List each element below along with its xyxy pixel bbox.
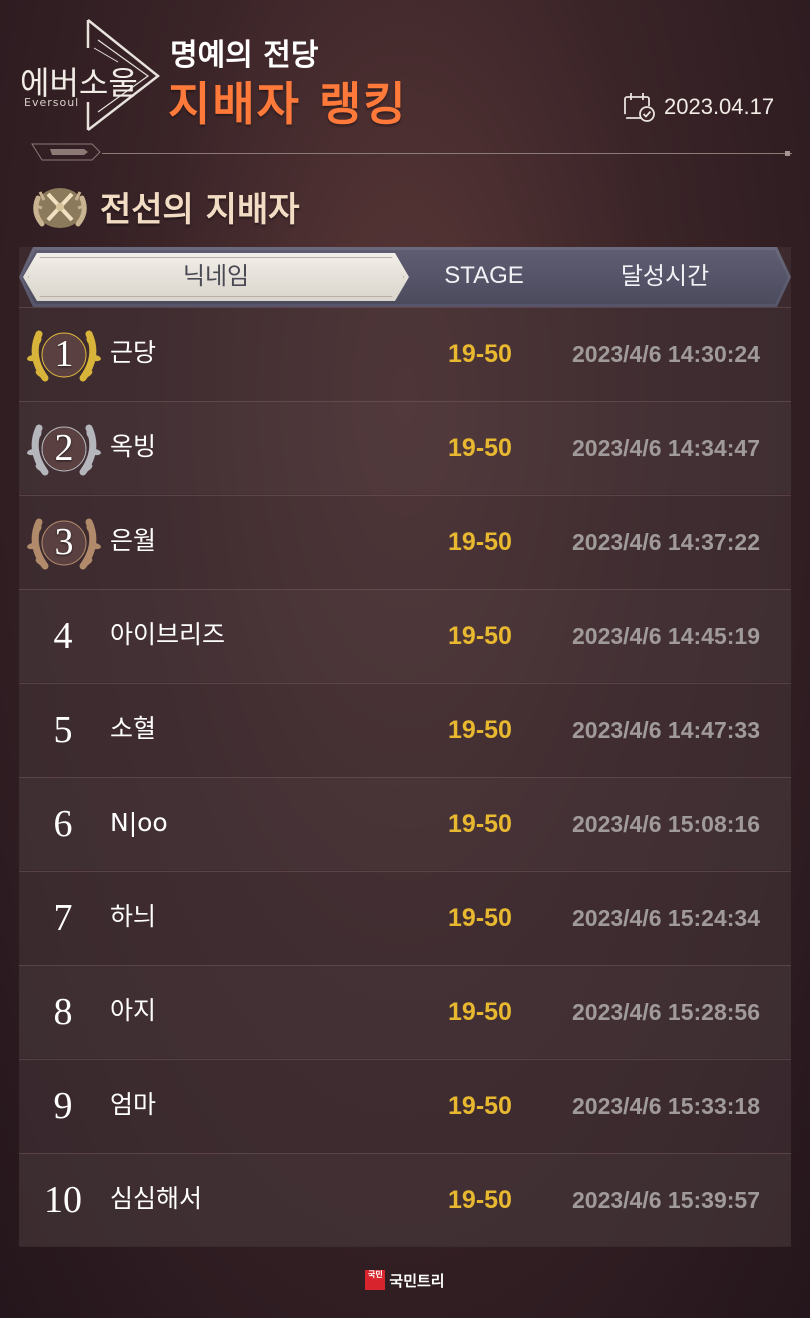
player-nickname: 아이브리즈 <box>110 620 226 649</box>
rank-number: 8 <box>53 991 73 1033</box>
rank-number: 6 <box>53 803 73 845</box>
stage-value: 19-50 <box>448 1186 512 1214</box>
stage-value: 19-50 <box>448 1092 512 1120</box>
achievement-time: 2023/4/6 14:45:19 <box>572 623 760 649</box>
achievement-time: 2023/4/6 14:37:22 <box>572 529 760 555</box>
crossed-swords-laurel-icon <box>33 188 87 228</box>
player-nickname: 하늬 <box>110 902 157 931</box>
achievement-time: 2023/4/6 14:34:47 <box>572 435 760 461</box>
footer: 국민 국민트리 <box>0 1268 810 1292</box>
section-title: 전선의 지배자 <box>100 189 300 230</box>
player-nickname: 아지 <box>110 996 157 1025</box>
stage-value: 19-50 <box>448 528 512 556</box>
rank-number: 10 <box>44 1179 82 1221</box>
stage-value: 19-50 <box>448 904 512 932</box>
table-row: 4 아이브리즈 19-50 2023/4/6 14:45:19 <box>19 589 791 682</box>
achievement-time: 2023/4/6 14:47:33 <box>572 717 760 743</box>
eversoul-logo: 에버소울 Eversoul <box>18 18 168 133</box>
achievement-time: 2023/4/6 14:30:24 <box>572 341 760 367</box>
rank-number: 7 <box>53 897 73 939</box>
player-nickname: 근당 <box>110 338 157 367</box>
column-header-time[interactable]: 달성시간 <box>559 247 771 307</box>
footer-logo: 국민 <box>365 1270 386 1290</box>
column-header-nickname[interactable]: 닉네임 <box>23 247 409 307</box>
player-nickname: 엄마 <box>110 1090 157 1119</box>
ranking-date: 2023.04.17 <box>664 94 775 119</box>
stage-value: 19-50 <box>448 434 512 462</box>
table-row: 7 하늬 19-50 2023/4/6 15:24:34 <box>19 871 791 964</box>
ranking-table: 닉네임 STAGE 달성시간 1 근당 19-50 2023/4/6 14:30:24… <box>19 247 791 1247</box>
player-nickname: 소혈 <box>110 714 157 743</box>
table-row: 10 심심해서 19-50 2023/4/6 15:39:57 <box>19 1153 791 1246</box>
table-row: 1 근당 19-50 2023/4/6 14:30:24 <box>19 307 791 400</box>
table-row: 2 옥빙 19-50 2023/4/6 14:34:47 <box>19 401 791 494</box>
rank-number: 3 <box>54 521 74 563</box>
date-display: 2023.04.17 <box>622 90 774 124</box>
rank-number: 1 <box>54 333 74 375</box>
achievement-time: 2023/4/6 15:39:57 <box>572 1187 760 1213</box>
footer-brand: 국민트리 <box>389 1271 445 1290</box>
page-header: 에버소울 Eversoul 명예의 전당 지배자 랭킹 2023.04.17 <box>0 0 810 170</box>
table-row: 5 소혈 19-50 2023/4/6 14:47:33 <box>19 683 791 776</box>
section-header: 전선의 지배자 <box>28 178 300 234</box>
rank-number: 2 <box>54 427 74 469</box>
player-nickname: 은월 <box>110 526 157 555</box>
header-divider <box>22 142 792 162</box>
rank-number: 9 <box>53 1085 73 1127</box>
table-row: 6 N|oo 19-50 2023/4/6 15:08:16 <box>19 777 791 870</box>
achievement-time: 2023/4/6 15:28:56 <box>572 999 760 1025</box>
stage-value: 19-50 <box>448 998 512 1026</box>
stage-value: 19-50 <box>448 716 512 744</box>
logo-english: Eversoul <box>24 96 80 109</box>
table-row: 9 엄마 19-50 2023/4/6 15:33:18 <box>19 1059 791 1152</box>
achievement-time: 2023/4/6 15:33:18 <box>572 1093 760 1119</box>
rank-number: 5 <box>53 709 73 751</box>
achievement-time: 2023/4/6 15:08:16 <box>572 811 760 837</box>
player-nickname: N|oo <box>110 808 168 837</box>
table-row: 8 아지 19-50 2023/4/6 15:28:56 <box>19 965 791 1058</box>
stage-value: 19-50 <box>448 340 512 368</box>
table-row: 3 은월 19-50 2023/4/6 14:37:22 <box>19 495 791 588</box>
calendar-check-icon <box>624 93 655 122</box>
rank-number: 4 <box>53 615 73 657</box>
column-header-stage[interactable]: STAGE <box>409 247 559 307</box>
page-title: 지배자 랭킹 <box>168 77 408 131</box>
table-header: 닉네임 STAGE 달성시간 <box>19 247 791 307</box>
stage-value: 19-50 <box>448 810 512 838</box>
player-nickname: 옥빙 <box>110 432 157 461</box>
player-nickname: 심심해서 <box>110 1184 203 1213</box>
achievement-time: 2023/4/6 15:24:34 <box>572 905 760 931</box>
stage-value: 19-50 <box>448 622 512 650</box>
